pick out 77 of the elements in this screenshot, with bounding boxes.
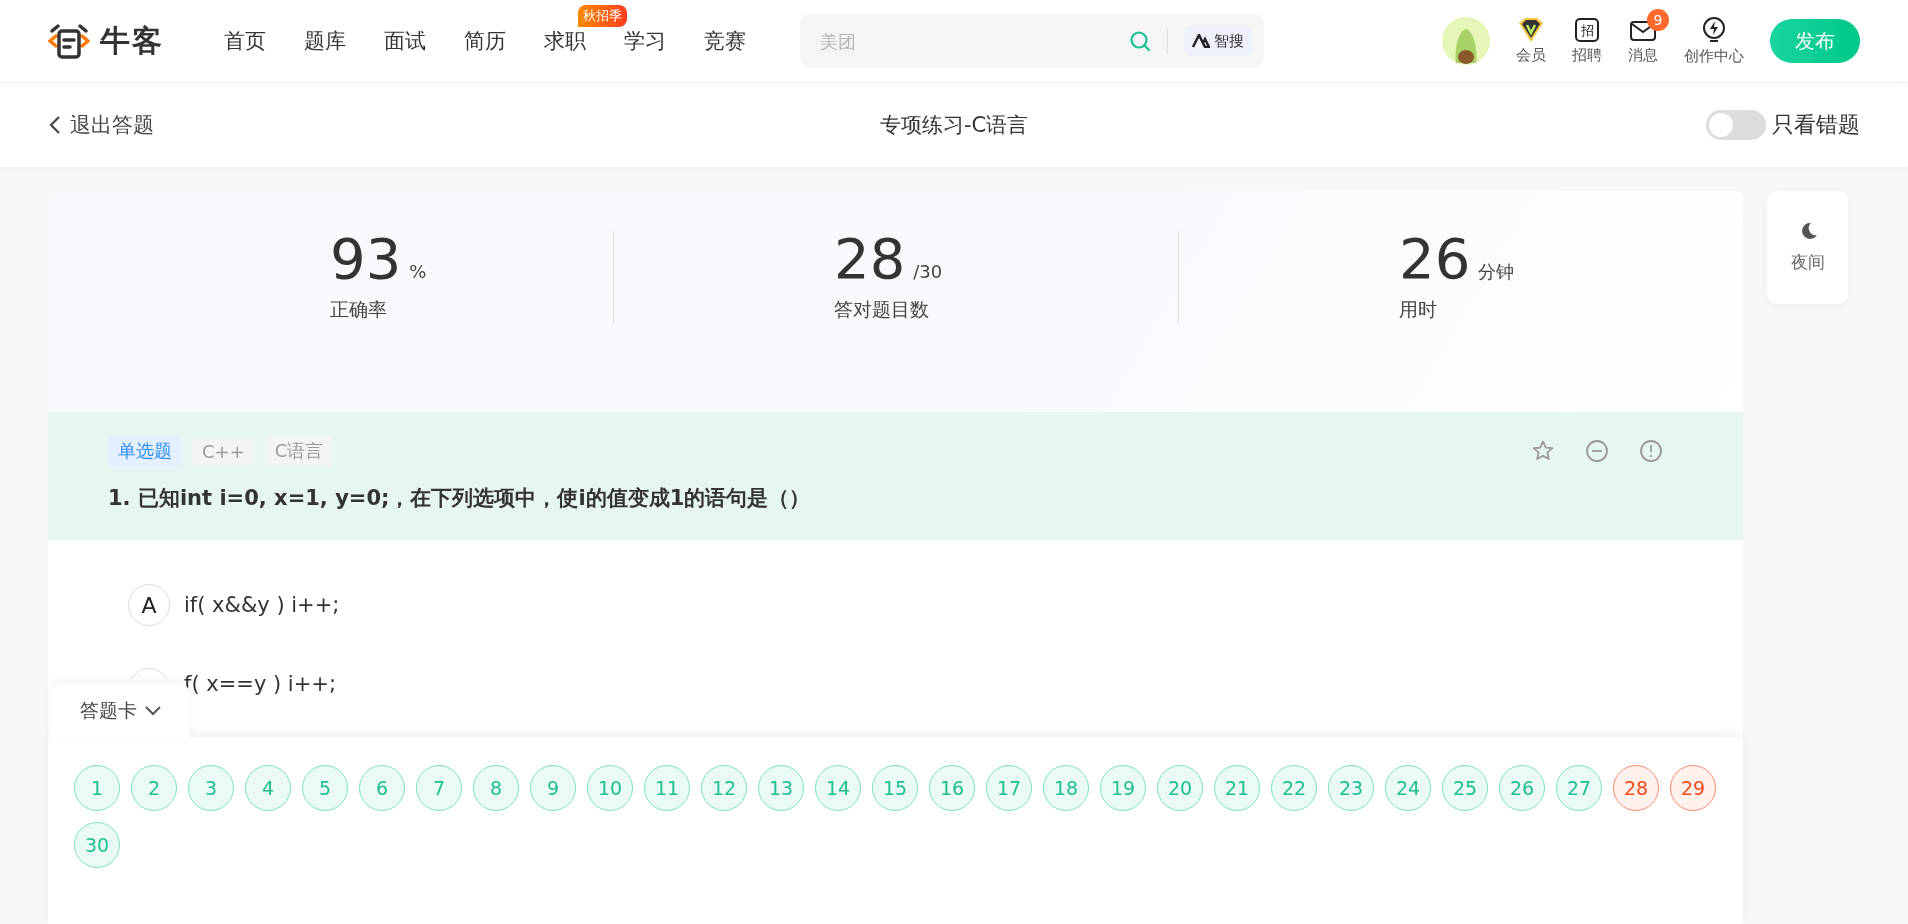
page-title: 专项练习-C语言 — [879, 112, 1029, 139]
question-number[interactable]: 28 — [1613, 765, 1659, 811]
question-number[interactable]: 24 — [1385, 765, 1431, 811]
question-number[interactable]: 22 — [1271, 765, 1317, 811]
ai-logo-icon — [1192, 34, 1210, 48]
toggle-switch[interactable] — [1706, 110, 1766, 140]
question-number[interactable]: 26 — [1499, 765, 1545, 811]
nav-link[interactable]: 竞赛 — [704, 29, 746, 53]
tag: C++ — [192, 437, 255, 465]
alert-icon[interactable] — [1639, 439, 1663, 463]
question-number[interactable]: 29 — [1670, 765, 1716, 811]
stat-value: 93 — [330, 231, 402, 287]
header-tool[interactable]: 创作中心 — [1684, 16, 1744, 66]
nav-link[interactable]: 学习 — [624, 29, 666, 53]
count-badge: 9 — [1647, 9, 1669, 31]
tag: C语言 — [264, 436, 334, 466]
question-number[interactable]: 16 — [929, 765, 975, 811]
stat-unit: /30 — [913, 261, 943, 282]
nav-link[interactable]: 题库 — [304, 29, 346, 53]
question-text: 1. 已知int i=0, x=1, y=0;，在下列选项中，使i的值变成1的语句是（） — [108, 485, 812, 512]
question-number[interactable]: 6 — [359, 765, 405, 811]
question-number[interactable]: 3 — [188, 765, 234, 811]
stat-label: 正确率 — [330, 297, 388, 322]
back-icon — [48, 115, 62, 135]
nav-link[interactable]: 求职 — [544, 29, 586, 53]
question-number[interactable]: 21 — [1214, 765, 1260, 811]
question-number[interactable]: 10 — [587, 765, 633, 811]
question-number[interactable]: 14 — [815, 765, 861, 811]
search-field[interactable]: 美团 智搜 — [800, 14, 1264, 68]
question-number[interactable]: 5 — [302, 765, 348, 811]
logo-icon — [48, 22, 90, 60]
question-number[interactable]: 8 — [473, 765, 519, 811]
star-icon[interactable] — [1531, 439, 1555, 463]
chevron-down-icon — [144, 706, 161, 716]
option-text[interactable]: if( x&&y ) i++; — [184, 593, 340, 617]
nav-badge: 秋招季 — [578, 5, 627, 27]
nav-link[interactable]: 简历 — [464, 29, 506, 53]
question-number[interactable]: 7 — [416, 765, 462, 811]
recruit-icon: 招 — [1574, 17, 1600, 43]
vip-icon — [1517, 17, 1545, 43]
question-number[interactable]: 12 — [701, 765, 747, 811]
question-number[interactable]: 2 — [131, 765, 177, 811]
ai-search-button[interactable]: 智搜 — [1184, 26, 1252, 56]
toggle-label: 只看错题 — [1772, 111, 1860, 139]
search-icon[interactable] — [1129, 30, 1151, 52]
question-number[interactable]: 9 — [530, 765, 576, 811]
logo-text[interactable]: 牛客 — [100, 20, 164, 62]
avatar[interactable] — [1442, 17, 1490, 65]
stat-value: 26 — [1399, 231, 1471, 287]
question-number[interactable]: 19 — [1100, 765, 1146, 811]
question-number[interactable]: 11 — [644, 765, 690, 811]
header-tool[interactable]: 会员 — [1516, 17, 1546, 65]
stat-label: 答对题目数 — [834, 297, 930, 322]
question-number[interactable]: 4 — [245, 765, 291, 811]
question-number[interactable]: 30 — [74, 822, 120, 868]
question-number[interactable]: 18 — [1043, 765, 1089, 811]
question-number[interactable]: 1 — [74, 765, 120, 811]
question-number[interactable]: 13 — [758, 765, 804, 811]
question-number[interactable]: 20 — [1157, 765, 1203, 811]
question-number[interactable]: 17 — [986, 765, 1032, 811]
exit-link[interactable]: 退出答题 — [48, 111, 880, 139]
minus-circle-icon[interactable] — [1585, 439, 1609, 463]
tag: 单选题 — [108, 436, 182, 466]
lightning-bulb-icon — [1701, 16, 1727, 44]
publish-button[interactable]: 发布 — [1770, 19, 1860, 63]
question-number[interactable]: 25 — [1442, 765, 1488, 811]
header-tool[interactable]: 招 招聘 — [1572, 17, 1602, 65]
question-number[interactable]: 23 — [1328, 765, 1374, 811]
stat-value: 28 — [834, 231, 906, 287]
stat-unit: 分钟 — [1478, 260, 1515, 284]
nav-link[interactable]: 面试 — [384, 29, 426, 53]
stat-label: 用时 — [1399, 297, 1438, 322]
question-number[interactable]: 15 — [872, 765, 918, 811]
stat-unit: % — [409, 261, 427, 282]
nav-link[interactable]: 首页 — [224, 29, 266, 53]
night-mode-button[interactable]: 夜间 — [1767, 191, 1848, 304]
question-number[interactable]: 27 — [1556, 765, 1602, 811]
